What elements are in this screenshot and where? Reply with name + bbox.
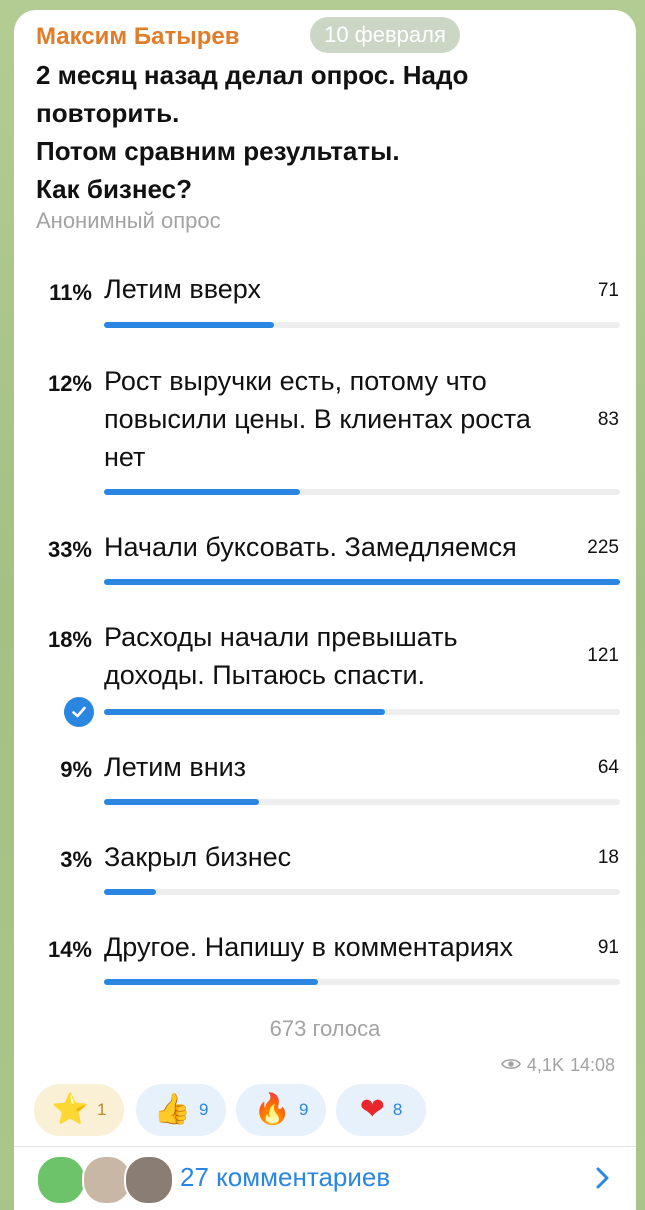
- option-line: доходы. Пытаюсь спасти.: [104, 660, 426, 690]
- option-text: Рост выручки есть, потому что повысили ц…: [104, 362, 531, 476]
- heart-icon: ❤: [359, 1092, 385, 1127]
- option-text: Летим вверх: [104, 270, 261, 308]
- avatar: [124, 1155, 174, 1205]
- option-percent: 18%: [47, 627, 92, 652]
- message-meta: 4,1K 14:08: [501, 1055, 615, 1076]
- option-bar-fill: [104, 979, 319, 985]
- avatar: [36, 1155, 86, 1205]
- views-eye-icon: [501, 1055, 521, 1076]
- option-line: Закрыл бизнес: [104, 842, 292, 872]
- option-percent: 33%: [47, 537, 92, 562]
- views-count: 4,1K: [526, 1055, 564, 1075]
- selected-check-icon: [64, 697, 94, 727]
- question-line: повторить.: [36, 98, 180, 128]
- option-votes: 91: [597, 937, 619, 958]
- option-votes: 64: [597, 757, 619, 778]
- option-votes: 18: [597, 847, 619, 868]
- poll-type-label: Анонимный опрос: [36, 208, 221, 233]
- star-icon: ⭐: [51, 1092, 89, 1127]
- option-line: Рост выручки есть, потому что: [104, 366, 487, 396]
- date-badge: 10 февраля: [310, 17, 460, 53]
- option-line: Летим вниз: [104, 752, 247, 782]
- option-bar-track: [104, 799, 620, 805]
- option-text: Закрыл бизнес: [104, 838, 291, 876]
- reaction-count: 9: [298, 1100, 309, 1119]
- option-text: Начали буксовать. Замедляемся: [104, 528, 517, 566]
- option-votes: 225: [587, 537, 619, 558]
- question-line: Как бизнес?: [36, 174, 193, 204]
- option-bar-fill: [104, 709, 386, 715]
- option-bar-track: [104, 322, 620, 328]
- option-line: Летим вверх: [104, 274, 261, 304]
- reaction-count: 8: [392, 1100, 403, 1119]
- option-percent: 3%: [60, 847, 92, 872]
- option-bar-fill: [104, 799, 259, 805]
- poll-question: 2 месяц назад делал опрос. Надо повторит…: [36, 56, 596, 208]
- option-percent: 14%: [47, 937, 92, 962]
- option-percent: 12%: [47, 371, 92, 396]
- reaction-heart[interactable]: ❤ 8: [336, 1084, 426, 1136]
- question-line: Потом сравним результаты.: [36, 136, 400, 166]
- reaction-fire[interactable]: 🔥 9: [236, 1084, 326, 1136]
- reaction-star[interactable]: ⭐ 1: [34, 1084, 124, 1136]
- option-bar-fill: [104, 579, 620, 585]
- option-bar-track: [104, 489, 620, 495]
- option-bar-track: [104, 979, 620, 985]
- option-percent: 9%: [60, 757, 92, 782]
- option-text: Другое. Напишу в комментариях: [104, 928, 513, 966]
- option-text: Расходы начали превышать доходы. Пытаюсь…: [104, 618, 458, 694]
- option-line: повысили цены. В клиентах роста: [104, 404, 531, 434]
- option-votes: 83: [597, 409, 619, 430]
- option-line: Другое. Напишу в комментариях: [104, 932, 513, 962]
- message-time: 14:08: [569, 1055, 615, 1075]
- reaction-count: 9: [198, 1100, 209, 1119]
- fire-icon: 🔥: [253, 1092, 291, 1127]
- option-text: Летим вниз: [104, 748, 246, 786]
- thumbs-up-icon: 👍: [153, 1092, 191, 1127]
- option-votes: 121: [587, 645, 619, 666]
- option-bar-fill: [104, 889, 156, 895]
- option-bar-track: [104, 889, 620, 895]
- message-header: Максим Батырев: [36, 20, 239, 54]
- option-bar-fill: [104, 489, 301, 495]
- option-line: Начали буксовать. Замедляемся: [104, 532, 517, 562]
- author-name[interactable]: Максим Батырев: [36, 23, 239, 51]
- option-bar-track: [104, 709, 620, 715]
- reaction-count: 1: [96, 1100, 107, 1119]
- reaction-thumbs-up[interactable]: 👍 9: [136, 1084, 226, 1136]
- option-line: нет: [104, 442, 146, 472]
- poll-total-votes[interactable]: 673 голоса: [0, 1016, 645, 1042]
- option-votes: 71: [597, 280, 619, 301]
- commenter-avatars: [36, 1155, 174, 1205]
- option-line: Расходы начали превышать: [104, 622, 458, 652]
- chevron-right-icon[interactable]: [595, 1166, 611, 1195]
- option-percent: 11%: [49, 280, 92, 305]
- option-bar-fill: [104, 322, 275, 328]
- comments-divider: [14, 1146, 636, 1147]
- question-line: 2 месяц назад делал опрос. Надо: [36, 60, 469, 90]
- option-bar-track: [104, 579, 620, 585]
- comments-link[interactable]: 27 комментариев: [180, 1162, 390, 1193]
